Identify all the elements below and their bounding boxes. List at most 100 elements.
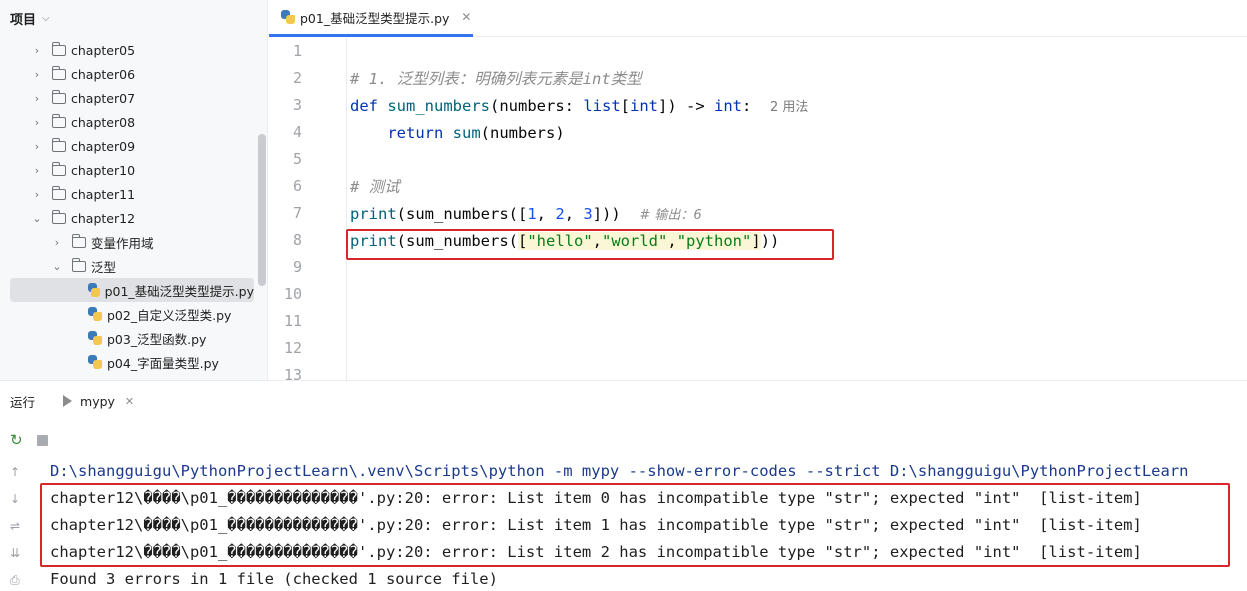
tree-item-chapter08[interactable]: › chapter08 <box>30 110 135 134</box>
line-number: 1 <box>292 42 302 60</box>
line-number: 12 <box>283 339 302 357</box>
run-side-toolbar: ↑ ↓ ⇌ ⇊ ⎙ <box>0 459 34 591</box>
folder-icon <box>72 233 86 248</box>
code-text: (numbers) <box>480 124 565 142</box>
tree-item-p01-file[interactable]: p01_基础泛型类型提示.py <box>10 278 254 302</box>
tree-item-chapter10[interactable]: › chapter10 <box>30 158 135 182</box>
tree-item-label: chapter07 <box>71 90 136 106</box>
tree-item-generics[interactable]: ⌄ 泛型 <box>50 254 116 278</box>
code-text: ]) -> <box>658 97 714 115</box>
play-icon <box>63 395 73 407</box>
chevron-down-icon[interactable]: ⌄ <box>30 212 44 225</box>
number-literal: 3 <box>583 205 593 223</box>
chevron-right-icon[interactable]: › <box>30 68 44 81</box>
sidebar-scrollbar[interactable] <box>258 134 266 286</box>
tree-item-variable-scope[interactable]: › 变量作用域 <box>50 230 154 254</box>
run-tab-mypy[interactable]: mypy ✕ <box>63 394 134 409</box>
run-panel-header: 运行 mypy ✕ <box>0 381 1247 421</box>
usage-hint[interactable]: 2 用法 <box>770 100 808 115</box>
code-text: ])) <box>592 205 621 223</box>
tree-item-label: chapter12 <box>71 210 136 226</box>
tree-item-p04-file[interactable]: p04_字面量类型.py <box>88 350 219 374</box>
project-sidebar: 项目 ⌵ › chapter05 › chapter06 › chapter07… <box>0 0 268 380</box>
tree-item-chapter12[interactable]: ⌄ chapter12 <box>30 206 135 230</box>
number-literal: 2 <box>555 205 565 223</box>
editor-tab-bar: p01_基础泛型类型提示.py ✕ <box>269 0 1247 37</box>
builtin-type: int <box>630 97 658 115</box>
tree-item-chapter07[interactable]: › chapter07 <box>30 86 135 110</box>
chevron-right-icon[interactable]: › <box>30 140 44 153</box>
print-icon[interactable]: ⎙ <box>10 573 20 588</box>
project-header[interactable]: 项目 ⌵ <box>0 0 267 36</box>
tree-item-p02-file[interactable]: p02_自定义泛型类.py <box>88 302 231 326</box>
chevron-right-icon[interactable]: › <box>30 92 44 105</box>
line-number-gutter: 1 2 3 4 5 6 7 8 9 10 11 12 13 <box>269 38 347 380</box>
chevron-right-icon[interactable]: › <box>50 236 64 249</box>
line-number: 6 <box>292 177 302 195</box>
chevron-right-icon[interactable]: › <box>30 188 44 201</box>
code-text: [ <box>620 97 630 115</box>
folder-icon <box>52 161 66 176</box>
folder-icon <box>52 209 66 224</box>
annotation-box-code <box>346 229 834 260</box>
code-text: : <box>742 97 752 115</box>
code-text: , <box>536 205 556 223</box>
tree-item-label: chapter08 <box>71 114 136 130</box>
python-file-icon <box>281 10 295 24</box>
folder-icon <box>72 257 86 272</box>
folder-icon <box>52 41 66 56</box>
tree-item-label: chapter10 <box>71 162 136 178</box>
stop-icon[interactable] <box>36 434 48 446</box>
tree-item-label: p02_自定义泛型类.py <box>107 307 232 323</box>
code-line-6: # 测试 <box>350 174 400 201</box>
tree-item-label: p01_基础泛型类型提示.py <box>104 283 254 299</box>
code-comment: # 输出：6 <box>639 208 702 223</box>
line-number: 5 <box>292 150 302 168</box>
builtin-type: int <box>714 97 742 115</box>
soft-wrap-icon[interactable]: ⇌ <box>10 519 20 533</box>
keyword: def <box>350 97 378 115</box>
code-editor[interactable]: # 1. 泛型列表：明确列表元素是int类型 def sum_numbers(n… <box>348 38 1247 380</box>
code-comment: # 1. 泛型列表：明确列表元素是int类型 <box>350 70 642 88</box>
code-text: , <box>564 205 584 223</box>
annotation-box-console <box>40 483 1230 567</box>
chevron-down-icon[interactable]: ⌵ <box>42 13 50 24</box>
folder-icon <box>52 89 66 104</box>
close-icon[interactable]: ✕ <box>125 395 134 408</box>
code-line-3: def sum_numbers(numbers: list[int]) -> i… <box>350 93 808 120</box>
function-name: sum <box>452 124 481 142</box>
chevron-right-icon[interactable]: › <box>30 116 44 129</box>
code-line-7: print(sum_numbers([1, 2, 3])) # 输出：6 <box>350 201 702 228</box>
line-number: 2 <box>292 69 302 87</box>
code-text: (sum_numbers([ <box>396 205 528 223</box>
close-icon[interactable]: ✕ <box>461 10 471 24</box>
number-literal: 1 <box>527 205 537 223</box>
tree-item-chapter11[interactable]: › chapter11 <box>30 182 135 206</box>
function-name: sum_numbers <box>387 97 490 115</box>
chevron-right-icon[interactable]: › <box>30 44 44 57</box>
tree-item-p03-file[interactable]: p03_泛型函数.py <box>88 326 206 350</box>
tree-item-label: chapter11 <box>71 186 136 202</box>
line-number: 11 <box>283 312 302 330</box>
run-tab-label: mypy <box>80 393 115 409</box>
tree-item-label: chapter05 <box>71 42 136 58</box>
tree-item-chapter05[interactable]: › chapter05 <box>30 38 135 62</box>
chevron-right-icon[interactable]: › <box>30 164 44 177</box>
scroll-to-end-icon[interactable]: ⇊ <box>10 546 20 560</box>
tree-item-chapter09[interactable]: › chapter09 <box>30 134 135 158</box>
chevron-down-icon[interactable]: ⌄ <box>50 260 64 273</box>
function-name: print <box>350 205 397 223</box>
tree-item-label: 泛型 <box>91 259 117 275</box>
arrow-up-icon[interactable]: ↑ <box>10 465 20 479</box>
line-number: 8 <box>292 231 302 249</box>
line-number: 9 <box>292 258 302 276</box>
line-number: 7 <box>292 204 302 222</box>
python-file-icon <box>88 307 102 321</box>
arrow-down-icon[interactable]: ↓ <box>10 492 20 506</box>
run-panel-title: 运行 <box>10 394 36 410</box>
tree-item-chapter06[interactable]: › chapter06 <box>30 62 135 86</box>
line-number: 3 <box>292 96 302 114</box>
rerun-icon[interactable]: ↻ <box>10 431 23 449</box>
line-number: 13 <box>283 366 302 380</box>
tab-p01-file[interactable]: p01_基础泛型类型提示.py ✕ <box>269 0 473 37</box>
